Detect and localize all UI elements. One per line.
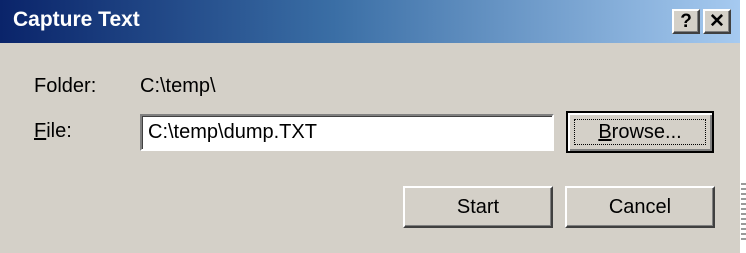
file-path-input[interactable] — [140, 114, 554, 151]
capture-text-dialog: Capture Text ? ✕ Folder: C:\temp\ File: … — [0, 0, 740, 253]
start-button[interactable]: Start — [403, 186, 553, 228]
background-edge-marks — [741, 183, 746, 243]
browse-button[interactable]: Browse... — [566, 111, 714, 153]
browse-mnemonic: B — [598, 120, 612, 143]
file-label: File: — [34, 120, 72, 143]
browse-label: Browse... — [598, 121, 681, 144]
title-bar[interactable]: Capture Text ? ✕ — [0, 0, 740, 43]
file-label-text: ile: — [46, 120, 72, 142]
close-icon: ✕ — [709, 11, 725, 32]
browse-label-text: rowse... — [611, 120, 682, 143]
folder-label: Folder: — [34, 75, 97, 97]
help-button[interactable]: ? — [672, 9, 700, 34]
close-button[interactable]: ✕ — [703, 9, 731, 34]
dialog-title: Capture Text — [13, 8, 140, 31]
focus-rectangle: Browse... — [574, 119, 706, 145]
cancel-button[interactable]: Cancel — [565, 186, 715, 228]
file-label-mnemonic: F — [34, 120, 47, 142]
help-icon: ? — [680, 10, 692, 32]
folder-path: C:\temp\ — [140, 75, 216, 97]
